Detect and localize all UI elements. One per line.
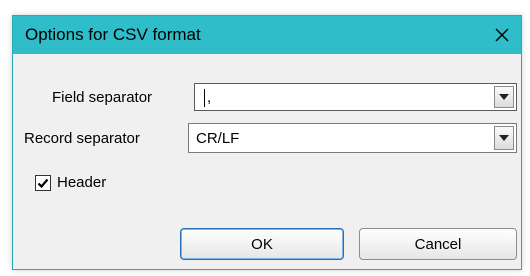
header-checkbox[interactable]: [35, 174, 51, 191]
close-icon: [495, 28, 509, 42]
cancel-button-label: Cancel: [414, 235, 462, 253]
checkmark-icon: [37, 178, 49, 188]
title-bar: Options for CSV format: [13, 16, 521, 54]
chevron-down-icon: [499, 94, 509, 100]
header-checkbox-label: Header: [57, 174, 107, 191]
record-separator-dropdown-button[interactable]: [494, 126, 514, 150]
field-separator-combobox[interactable]: ,: [194, 83, 517, 111]
ok-button-label: OK: [251, 235, 273, 253]
field-separator-label: Field separator: [52, 89, 153, 106]
text-caret: [204, 89, 205, 107]
close-button[interactable]: [485, 18, 519, 52]
dialog-title: Options for CSV format: [25, 25, 201, 44]
header-checkbox-wrap[interactable]: Header: [35, 174, 106, 191]
field-separator-value: ,: [207, 89, 212, 106]
chevron-down-icon: [499, 135, 509, 141]
record-separator-value: CR/LF: [196, 130, 240, 147]
csv-options-dialog: Options for CSV format Field separator ,…: [12, 15, 522, 270]
field-separator-dropdown-button[interactable]: [494, 86, 514, 108]
record-separator-combobox[interactable]: CR/LF: [188, 123, 517, 153]
cancel-button[interactable]: Cancel: [359, 228, 517, 260]
ok-button[interactable]: OK: [180, 228, 344, 260]
record-separator-label: Record separator: [24, 130, 140, 147]
